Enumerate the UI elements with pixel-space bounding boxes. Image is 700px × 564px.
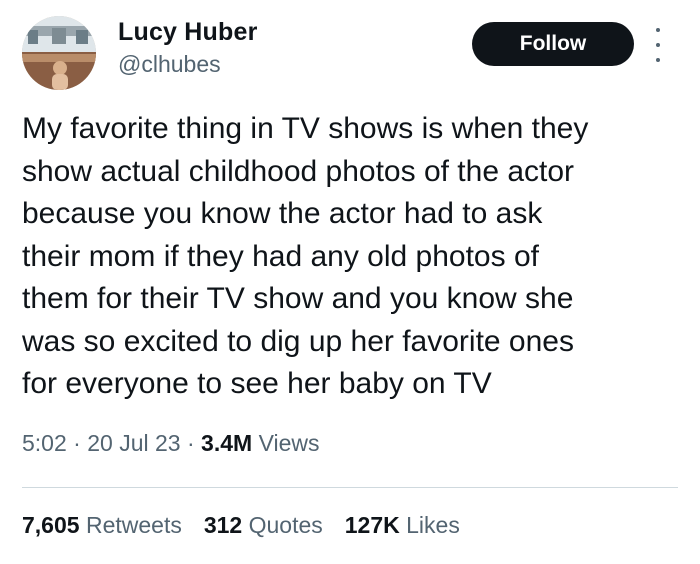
tweet-text-line: was so excited to dig up her favorite on…: [22, 324, 574, 358]
retweets-label: Retweets: [85, 512, 182, 538]
tweet-card: Lucy Huber @clhubes Follow My favorite t…: [0, 0, 700, 564]
retweets-stat[interactable]: 7,605 Retweets: [22, 512, 182, 539]
tweet-text-line: for everyone to see her baby on TV: [22, 367, 492, 400]
tweet-text-line: My favorite thing in TV shows is when th…: [22, 112, 589, 145]
engagement-stats: 7,605 Retweets 312 Quotes 127K Likes: [22, 512, 482, 539]
views-label: Views: [258, 430, 320, 456]
tweet-text-line: their mom if they had any old photos of: [22, 239, 539, 273]
tweet-text: My favorite thing in TV shows is when th…: [22, 108, 682, 406]
tweet-text-line: show actual childhood photos of the acto…: [22, 154, 575, 188]
follow-button[interactable]: Follow: [472, 22, 634, 66]
meta-separator: ·: [73, 430, 81, 456]
likes-label: Likes: [406, 512, 460, 538]
tweet-date[interactable]: 20 Jul 23: [87, 430, 180, 456]
divider: [22, 487, 678, 488]
avatar[interactable]: [22, 16, 96, 90]
meta-separator: ·: [186, 430, 195, 456]
quotes-label: Quotes: [248, 512, 323, 538]
quotes-stat[interactable]: 312 Quotes: [204, 512, 323, 539]
likes-stat[interactable]: 127K Likes: [345, 512, 460, 539]
tweet-text-line: them for their TV show and you know she: [22, 282, 574, 315]
tweet-meta: 5:02 · 20 Jul 23 · 3.4M Views: [22, 430, 320, 457]
likes-count: 127K: [344, 512, 400, 538]
tweet-time[interactable]: 5:02: [22, 430, 67, 456]
profile-photo-icon: [22, 16, 96, 90]
author-name[interactable]: Lucy Huber: [118, 18, 258, 47]
views-count: 3.4M: [201, 430, 253, 456]
more-vertical-icon[interactable]: [652, 28, 664, 62]
author-handle[interactable]: @clhubes: [118, 51, 221, 78]
quotes-count: 312: [203, 512, 243, 538]
tweet-text-line: because you know the actor had to ask: [22, 197, 543, 230]
retweets-count: 7,605: [22, 512, 80, 538]
